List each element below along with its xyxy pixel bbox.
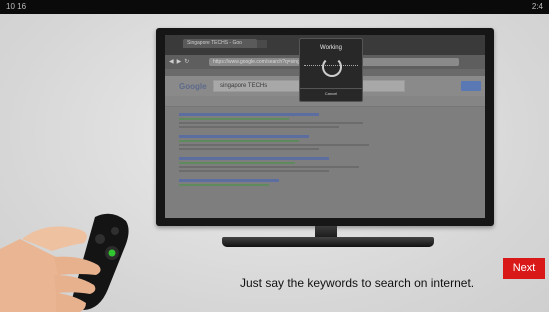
google-logo: Google bbox=[179, 82, 207, 91]
tv-stand-base bbox=[222, 237, 434, 247]
voice-search-dialog: Working Cancel bbox=[299, 38, 363, 102]
dialog-title: Working bbox=[320, 45, 342, 51]
status-clock: 2:4 bbox=[531, 2, 543, 11]
browser-nav-icons: ◀▶↻ bbox=[169, 59, 193, 65]
dialog-cancel-button: Cancel bbox=[324, 91, 338, 96]
tutorial-caption: Just say the keywords to search on inter… bbox=[240, 276, 475, 290]
listening-spinner-icon bbox=[322, 57, 342, 77]
search-result bbox=[179, 179, 379, 186]
remote-button-icon bbox=[111, 227, 119, 235]
search-result bbox=[179, 135, 379, 150]
tutorial-illustration: Singapore TECHS - Goo ◀▶↻ https://www.go… bbox=[0, 14, 549, 312]
search-results bbox=[179, 113, 379, 193]
search-result bbox=[179, 113, 379, 128]
tv-frame: Singapore TECHS - Goo ◀▶↻ https://www.go… bbox=[156, 28, 494, 226]
dialog-divider bbox=[300, 88, 362, 89]
new-tab-icon bbox=[257, 40, 267, 48]
tv-screen: Singapore TECHS - Goo ◀▶↻ https://www.go… bbox=[165, 35, 485, 218]
system-status-bar: 10 16 2:4 bbox=[0, 0, 549, 14]
next-button[interactable]: Next bbox=[503, 258, 545, 279]
google-search-button bbox=[461, 81, 481, 91]
search-result bbox=[179, 157, 379, 172]
mic-icon bbox=[108, 249, 116, 257]
browser-tab: Singapore TECHS - Goo bbox=[183, 39, 257, 48]
hand-holding-remote bbox=[0, 213, 129, 312]
remote-button-top-icon bbox=[95, 234, 105, 244]
status-left-text: 10 16 bbox=[6, 2, 27, 11]
